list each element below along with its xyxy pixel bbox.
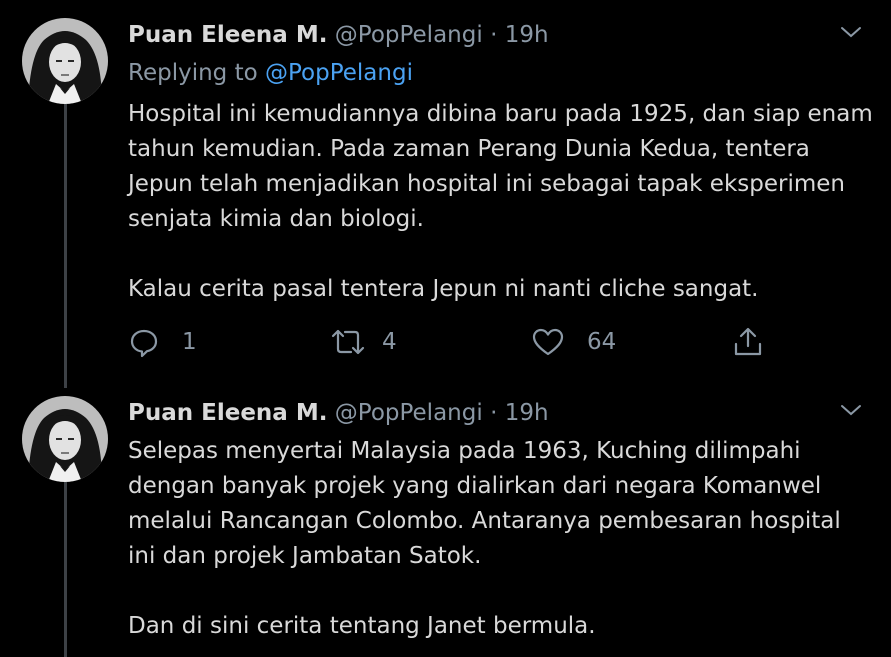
retweet-button[interactable]: 4: [330, 318, 397, 366]
tweet-paragraph: Selepas menyertai Malaysia pada 1963, Ku…: [128, 438, 841, 569]
share-icon: [734, 327, 762, 356]
thread-connector: [64, 482, 67, 657]
tweet-text: Selepas menyertai Malaysia pada 1963, Ku…: [128, 434, 873, 644]
like-button[interactable]: 64: [531, 318, 616, 366]
tweet-paragraph: Kalau cerita pasal tentera Jepun ni nant…: [128, 276, 759, 302]
tweet-header: Puan Eleena M. @PopPelangi · 19h: [128, 398, 549, 428]
share-button[interactable]: [732, 318, 764, 366]
like-count: 64: [587, 329, 617, 355]
timestamp[interactable]: 19h: [505, 22, 549, 48]
avatar[interactable]: [22, 396, 108, 482]
replying-to: Replying to @PopPelangi: [128, 58, 413, 88]
display-name[interactable]: Puan Eleena M.: [128, 400, 327, 426]
tweet-header: Puan Eleena M. @PopPelangi · 19h: [128, 20, 549, 50]
tweet-paragraph: Dan di sini cerita tentang Janet bermula…: [128, 613, 596, 639]
username[interactable]: @PopPelangi: [335, 400, 483, 426]
replying-to-label: Replying to: [128, 60, 258, 86]
tweet-text: Hospital ini kemudiannya dibina baru pad…: [128, 97, 873, 307]
avatar-photo: [22, 396, 108, 482]
reply-button[interactable]: 1: [128, 318, 197, 366]
tweet-paragraph: Hospital ini kemudiannya dibina baru pad…: [128, 101, 873, 232]
avatar[interactable]: [22, 18, 108, 104]
tweet-actions: 1 4 64: [128, 318, 768, 366]
mention-link[interactable]: @PopPelangi: [265, 60, 413, 86]
thread-connector: [64, 104, 67, 388]
separator: ·: [490, 400, 498, 426]
avatar-photo: [22, 18, 108, 104]
tweet[interactable]: Puan Eleena M. @PopPelangi · 19h Replyin…: [0, 0, 891, 388]
retweet-icon: [331, 329, 365, 355]
display-name[interactable]: Puan Eleena M.: [128, 22, 327, 48]
retweet-count: 4: [382, 329, 397, 355]
like-icon: [532, 328, 564, 356]
reply-icon: [130, 329, 158, 358]
separator: ·: [490, 22, 498, 48]
timestamp[interactable]: 19h: [505, 400, 549, 426]
tweet[interactable]: Puan Eleena M. @PopPelangi · 19h Selepas…: [0, 378, 891, 657]
username[interactable]: @PopPelangi: [335, 22, 483, 48]
reply-count: 1: [182, 329, 197, 355]
chevron-down-icon[interactable]: [839, 24, 863, 40]
chevron-down-icon[interactable]: [839, 402, 863, 418]
